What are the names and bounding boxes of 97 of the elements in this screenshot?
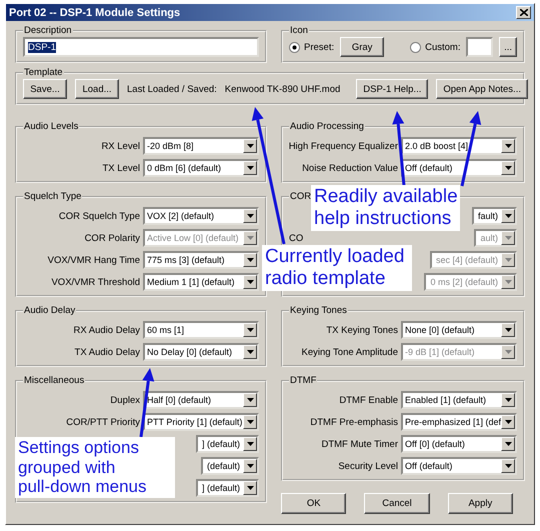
caret-icon	[504, 350, 512, 354]
dropdown[interactable]: 2.0 dB boost [4]	[401, 137, 517, 155]
caret-icon	[504, 166, 512, 170]
caret-icon	[504, 442, 512, 446]
dropdown[interactable]: Off [0] (default)	[401, 435, 517, 453]
caret-icon	[246, 236, 254, 240]
help-button[interactable]: Open App Notes...	[436, 79, 528, 99]
field-label: VOX/VMR Hang Time	[48, 254, 140, 266]
radio-option[interactable]: Custom:	[410, 42, 460, 52]
dropdown[interactable]: 60 ms [1]	[143, 321, 259, 339]
group-title: Audio Delay	[23, 305, 76, 316]
annotation-callout: Currently loaded radio template	[262, 245, 412, 291]
last-loaded-label: Last Loaded / Saved:	[127, 84, 217, 94]
dropdown[interactable]: Off (default)	[401, 457, 517, 475]
caret-icon	[246, 420, 254, 424]
field-label: VOX/VMR Threshold	[51, 276, 140, 288]
annotation-callout: Settings options grouped with pull-down menus	[15, 437, 175, 498]
caret-icon	[246, 258, 254, 262]
caret-icon	[246, 398, 254, 402]
close-button[interactable]	[516, 6, 531, 19]
field-label: DTMF Mute Timer	[321, 438, 398, 450]
dropdown[interactable]: ] (default)	[196, 479, 259, 497]
field-label: TX Audio Delay	[74, 346, 140, 358]
caret-icon	[246, 486, 254, 490]
description-field[interactable]: DSP-1	[23, 37, 259, 57]
caret-icon	[504, 258, 512, 262]
caret-icon	[246, 442, 254, 446]
caret-icon	[504, 464, 512, 468]
group-title: Miscellaneous	[23, 375, 86, 386]
group-title: Audio Levels	[23, 121, 80, 132]
dropdown[interactable]: VOX [2] (default)	[143, 207, 259, 225]
field-label: TX Level	[102, 162, 140, 174]
field-value: DSP-1	[28, 42, 56, 52]
dropdown[interactable]: Half [0] (default)	[143, 391, 259, 409]
dialog-button[interactable]: Cancel	[364, 493, 430, 514]
help-button[interactable]: DSP-1 Help...	[356, 79, 428, 99]
group-title: Icon	[289, 25, 309, 36]
annotation-callout: Readily available help instructions	[311, 185, 460, 231]
window-title: Port 02 -- DSP-1 Module Settings	[9, 6, 180, 18]
group-title: DTMF	[289, 375, 318, 386]
group-title: Template	[23, 67, 64, 78]
group-title: COR	[289, 191, 312, 202]
group-title: Squelch Type	[23, 191, 82, 202]
field-label: Security Level	[338, 460, 398, 472]
dropdown[interactable]: Pre-emphasized [1] (def	[401, 413, 517, 431]
dropdown[interactable]: PTT Priority [1] (default)	[143, 413, 259, 431]
field-label: High Frequency Equalizer	[288, 140, 398, 152]
template-button[interactable]: Load...	[75, 79, 119, 99]
dropdown[interactable]: 0 dBm [6] (default)	[143, 159, 259, 177]
caret-icon	[504, 214, 512, 218]
caret-icon	[504, 398, 512, 402]
field-label: RX Level	[101, 140, 140, 152]
dialog-button[interactable]: Apply	[448, 493, 513, 514]
field-label: RX Audio Delay	[73, 324, 140, 336]
dropdown[interactable]: 775 ms [3] (default)	[143, 251, 259, 269]
caret-icon	[504, 236, 512, 240]
caret-icon	[504, 328, 512, 332]
field-label: DTMF Pre-emphasis	[310, 416, 398, 428]
field-label: COR Squelch Type	[58, 210, 140, 222]
field-label: DTMF Enable	[339, 394, 398, 406]
browse-button[interactable]: ...	[499, 37, 517, 57]
field-label: COR Polarity	[84, 232, 140, 244]
caret-icon	[504, 420, 512, 424]
field-label: Duplex	[110, 394, 140, 406]
field-label: Noise Reduction Value	[302, 162, 398, 174]
caret-icon	[246, 166, 254, 170]
dialog-button[interactable]: OK	[281, 493, 346, 514]
caret-icon	[504, 144, 512, 148]
caret-icon	[246, 350, 254, 354]
dropdown[interactable]: Off (default)	[401, 159, 517, 177]
field-label: Keying Tone Amplitude	[302, 346, 398, 358]
caret-icon	[246, 464, 254, 468]
field-label: COR/PTT Priority	[66, 416, 140, 428]
field-label: CO	[289, 232, 304, 244]
caret-icon	[246, 144, 254, 148]
caret-icon	[246, 328, 254, 332]
field-label: TX Keying Tones	[326, 324, 398, 336]
dropdown[interactable]: No Delay [0] (default)	[143, 343, 259, 361]
dropdown[interactable]: ] (default)	[196, 435, 259, 453]
group-title: Audio Processing	[289, 121, 365, 132]
caret-icon	[246, 280, 254, 284]
caret-icon	[246, 214, 254, 218]
icon-choice-button[interactable]: Gray	[340, 37, 384, 57]
template-button[interactable]: Save...	[23, 79, 67, 99]
dropdown[interactable]: None [0] (default)	[401, 321, 517, 339]
custom-field[interactable]	[466, 37, 494, 57]
group-title: Description	[23, 25, 73, 36]
close-icon	[520, 9, 528, 16]
group-title: Keying Tones	[289, 305, 348, 316]
dropdown[interactable]: fault)	[472, 207, 517, 225]
radio-option[interactable]: Preset:	[289, 42, 334, 52]
dropdown[interactable]: Enabled [1] (default)	[401, 391, 517, 409]
dropdown[interactable]: (default)	[200, 457, 259, 475]
caret-icon	[504, 280, 512, 284]
dropdown[interactable]: -20 dBm [8]	[143, 137, 259, 155]
last-loaded-value: Kenwood TK-890 UHF.mod	[224, 84, 340, 94]
dropdown[interactable]: Medium 1 [1] (default)	[143, 273, 259, 291]
